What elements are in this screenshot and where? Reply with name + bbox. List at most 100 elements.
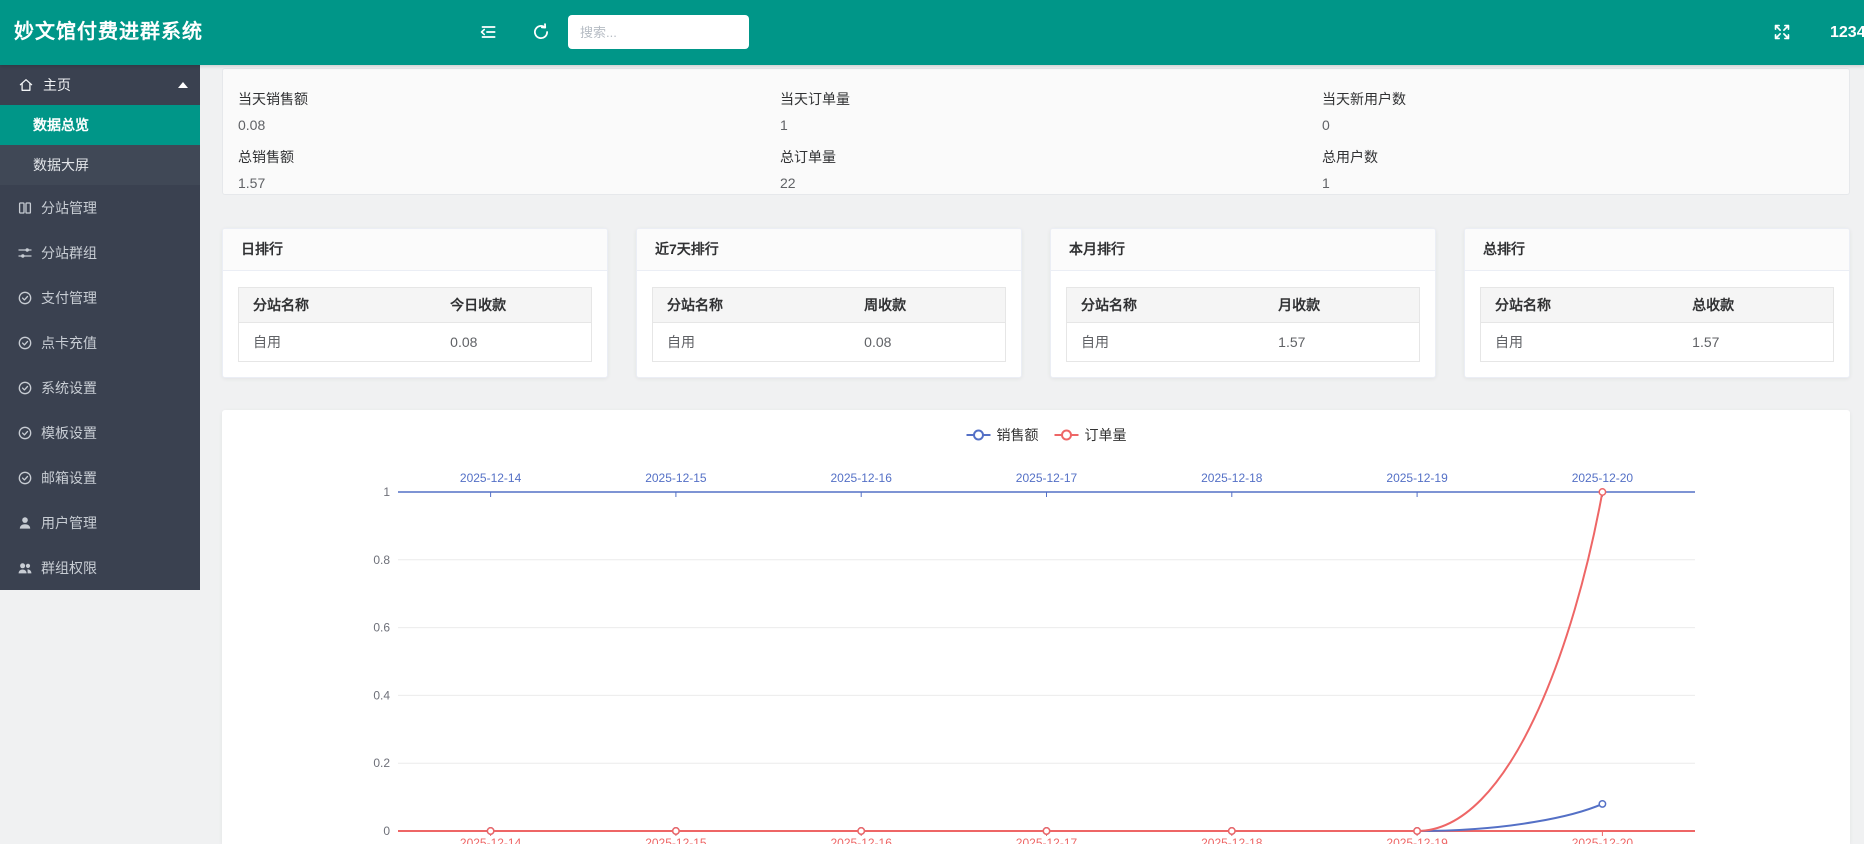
- table-header-row: 分站名称今日收款: [239, 288, 592, 323]
- app-title: 妙文馆付费进群系统: [14, 0, 203, 65]
- y-axis-label: 0.6: [373, 621, 390, 635]
- table-header-row: 分站名称周收款: [653, 288, 1006, 323]
- column-header: 今日收款: [436, 288, 591, 323]
- column-header: 月收款: [1264, 288, 1419, 323]
- x-axis-top-label: 2025-12-17: [1016, 471, 1078, 485]
- sidebar-item-template-settings[interactable]: 模板设置: [0, 410, 200, 455]
- ranking-table: 分站名称周收款自用0.08: [652, 287, 1006, 362]
- ranking-table: 分站名称月收款自用1.57: [1066, 287, 1420, 362]
- sidebar-item-payment-management[interactable]: 支付管理: [0, 275, 200, 320]
- table-header-row: 分站名称总收款: [1481, 288, 1834, 323]
- stat-label: 总订单量: [780, 147, 1307, 167]
- chart: 00.20.40.60.812025-12-142025-12-152025-1…: [222, 410, 1850, 844]
- series-line-1: [491, 492, 1603, 831]
- sidebar-item-system-settings[interactable]: 系统设置: [0, 365, 200, 410]
- search-input[interactable]: [568, 15, 749, 49]
- column-header: 周收款: [850, 288, 1005, 323]
- stat-label: 总销售额: [238, 147, 765, 167]
- ranking-card-body: 分站名称周收款自用0.08: [637, 271, 1021, 362]
- x-axis-top-label: 2025-12-14: [460, 471, 522, 485]
- y-axis-label: 0: [383, 824, 390, 838]
- ranking-card-body: 分站名称月收款自用1.57: [1051, 271, 1435, 362]
- circle-check-icon: [16, 290, 34, 306]
- collapse-sidebar-icon[interactable]: [478, 22, 498, 42]
- data-point: [1599, 489, 1605, 495]
- table-cell: 自用: [1067, 323, 1265, 362]
- sidebar-item-label: 用户管理: [41, 513, 97, 533]
- x-axis-top-label: 2025-12-19: [1386, 471, 1448, 485]
- username[interactable]: 12345: [1830, 0, 1864, 65]
- table-row: 自用1.57: [1067, 323, 1420, 362]
- x-axis-bottom-label: 2025-12-20: [1572, 836, 1634, 844]
- sidebar-item-label: 群组权限: [41, 558, 97, 578]
- home-icon: [17, 77, 35, 93]
- stat-column: 当天销售额 0.08 总销售额 1.57: [223, 69, 765, 194]
- stat-label: 当天销售额: [238, 89, 765, 109]
- svg-text:销售额: 销售额: [997, 427, 1039, 443]
- y-axis-label: 1: [383, 485, 390, 499]
- sidebar-item-site-management[interactable]: 分站管理: [0, 185, 200, 230]
- data-point: [1414, 828, 1420, 834]
- table-cell: 1.57: [1264, 323, 1419, 362]
- column-header: 分站名称: [239, 288, 437, 323]
- ranking-card: 总排行分站名称总收款自用1.57: [1464, 228, 1850, 378]
- sidebar-item-home[interactable]: 主页: [0, 65, 200, 105]
- x-axis-bottom-label: 2025-12-16: [831, 836, 893, 844]
- sidebar-item-data-screen[interactable]: 数据大屏: [0, 145, 200, 185]
- table-row: 自用1.57: [1481, 323, 1834, 362]
- ranking-card: 日排行分站名称今日收款自用0.08: [222, 228, 608, 378]
- column-header: 分站名称: [1481, 288, 1679, 323]
- table-row: 自用0.08: [239, 323, 592, 362]
- stat-value: 1: [1322, 175, 1849, 191]
- refresh-icon[interactable]: [531, 22, 551, 42]
- sidebar-item-label: 分站群组: [41, 243, 97, 263]
- stat-value: 22: [780, 175, 1307, 191]
- stat-value: 0: [1322, 117, 1849, 133]
- legend-item-1[interactable]: 订单量: [1055, 427, 1127, 443]
- sidebar-item-label: 支付管理: [41, 288, 97, 308]
- ranking-card-title: 日排行: [223, 229, 607, 271]
- x-axis-top-label: 2025-12-16: [831, 471, 893, 485]
- sidebar-item-user-management[interactable]: 用户管理: [0, 500, 200, 545]
- users-icon: [16, 560, 34, 576]
- sidebar-item-label: 分站管理: [41, 198, 97, 218]
- chevron-up-icon: [178, 82, 188, 88]
- circle-check-icon: [16, 335, 34, 351]
- circle-check-icon: [16, 380, 34, 396]
- legend-item-0[interactable]: 销售额: [967, 427, 1039, 443]
- stat-column: 当天新用户数0总用户数1: [1307, 69, 1849, 194]
- fullscreen-icon[interactable]: [1772, 22, 1792, 42]
- sliders-icon: [16, 245, 34, 261]
- x-axis-bottom-label: 2025-12-18: [1201, 836, 1263, 844]
- table-row: 自用0.08: [653, 323, 1006, 362]
- chart-card: 00.20.40.60.812025-12-142025-12-152025-1…: [222, 410, 1850, 844]
- table-cell: 自用: [1481, 323, 1679, 362]
- svg-text:订单量: 订单量: [1085, 427, 1127, 443]
- header: 妙文馆付费进群系统 12345: [0, 0, 1864, 65]
- x-axis-bottom-label: 2025-12-17: [1016, 836, 1078, 844]
- sidebar-submenu: 数据总览数据大屏: [0, 105, 200, 185]
- y-axis-label: 0.2: [373, 756, 390, 770]
- circle-check-icon: [16, 425, 34, 441]
- rankings-row: 日排行分站名称今日收款自用0.08近7天排行分站名称周收款自用0.08本月排行分…: [222, 228, 1850, 378]
- sidebar-item-card-recharge[interactable]: 点卡充值: [0, 320, 200, 365]
- data-point: [1043, 828, 1049, 834]
- stat-label: 当天新用户数: [1322, 89, 1849, 109]
- table-cell: 0.08: [436, 323, 591, 362]
- columns-icon: [16, 200, 34, 216]
- sidebar-item-site-groups[interactable]: 分站群组: [0, 230, 200, 275]
- sidebar-item-data-overview[interactable]: 数据总览: [0, 105, 200, 145]
- table-cell: 自用: [653, 323, 851, 362]
- ranking-card: 近7天排行分站名称周收款自用0.08: [636, 228, 1022, 378]
- ranking-table: 分站名称总收款自用1.57: [1480, 287, 1834, 362]
- stat-label: 当天订单量: [780, 89, 1307, 109]
- ranking-card-title: 近7天排行: [637, 229, 1021, 271]
- sidebar-item-group-permissions[interactable]: 群组权限: [0, 545, 200, 590]
- ranking-card-title: 本月排行: [1051, 229, 1435, 271]
- stat-value: 1.57: [238, 175, 765, 191]
- x-axis-top-label: 2025-12-18: [1201, 471, 1263, 485]
- data-point: [1229, 828, 1235, 834]
- stat-value: 0.08: [238, 117, 765, 133]
- data-point: [1599, 801, 1605, 807]
- sidebar-item-email-settings[interactable]: 邮箱设置: [0, 455, 200, 500]
